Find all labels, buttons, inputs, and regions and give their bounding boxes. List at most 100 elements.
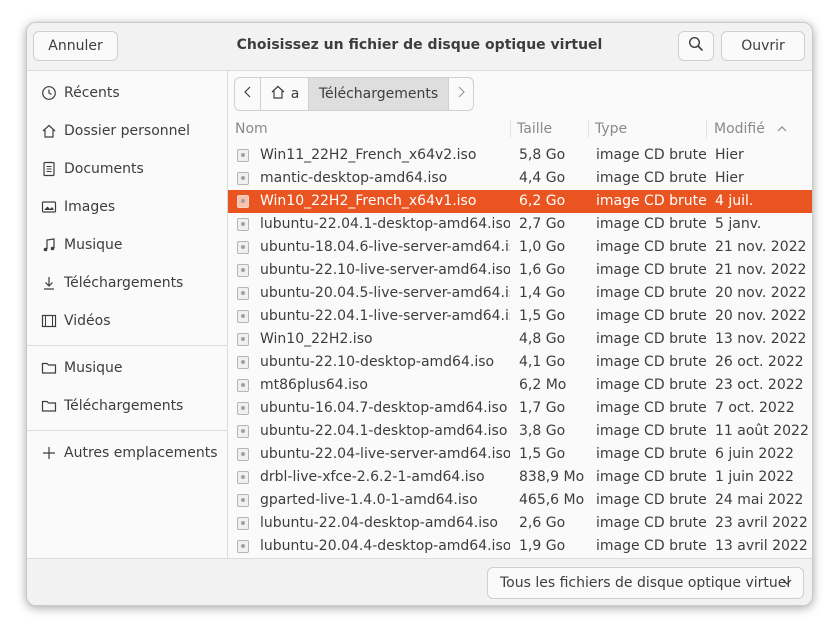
search-button[interactable]: [678, 31, 714, 61]
file-row[interactable]: ubuntu-22.10-live-server-amd64.iso 1,6 Go…: [228, 259, 812, 282]
file-row[interactable]: ubuntu-20.04.5-live-server-amd64.iso 1,4 …: [228, 282, 812, 305]
sidebar-bookmark-music[interactable]: Musique: [27, 350, 227, 386]
column-header-type[interactable]: Type: [595, 118, 627, 140]
disc-image-file-icon: [237, 379, 249, 392]
file-name: ubuntu-22.10-desktop-amd64.iso: [260, 354, 495, 370]
file-modified: 1 juin 2022: [715, 469, 794, 485]
path-back-button[interactable]: [235, 78, 261, 110]
disc-image-file-icon: [237, 356, 249, 369]
file-size: 4,8 Go: [519, 331, 566, 347]
chevron-left-icon: [243, 86, 253, 102]
sidebar-item-label: Téléchargements: [64, 275, 184, 291]
disc-image-file-icon: [237, 172, 249, 185]
file-type: image CD brute: [596, 239, 707, 255]
file-name: Win10_22H2_French_x64v1.iso: [260, 193, 477, 209]
file-row[interactable]: Win11_22H2_French_x64v2.iso 5,8 Go image C…: [228, 144, 812, 167]
file-name: mt86plus64.iso: [260, 377, 368, 393]
column-header-name[interactable]: Nom: [235, 118, 268, 140]
sidebar-item-downloads[interactable]: Téléchargements: [27, 265, 227, 301]
path-forward-button[interactable]: [449, 78, 473, 110]
file-row[interactable]: mt86plus64.iso 6,2 Mo image CD brute 23 oct…: [228, 374, 812, 397]
file-name: lubuntu-22.04.1-desktop-amd64.iso: [260, 216, 510, 232]
disc-image-file-icon: [237, 425, 249, 438]
disc-image-file-icon: [237, 471, 249, 484]
file-modified: 23 oct. 2022: [715, 377, 804, 393]
sidebar-item-documents[interactable]: Documents: [27, 151, 227, 187]
file-list: Nom Taille Type Modifié Win11_22H2_Frenc…: [228, 118, 812, 558]
sidebar-item-home[interactable]: Dossier personnel: [27, 113, 227, 149]
sidebar-item-other-locations[interactable]: Autres emplacements: [27, 435, 227, 471]
file-row[interactable]: mantic-desktop-amd64.iso 4,4 Go image CD b…: [228, 167, 812, 190]
file-type: image CD brute: [596, 331, 707, 347]
path-home-button[interactable]: a: [261, 78, 309, 110]
sidebar-item-videos[interactable]: Vidéos: [27, 303, 227, 339]
file-type: image CD brute: [596, 262, 707, 278]
file-name: lubuntu-20.04.4-desktop-amd64.iso: [260, 538, 510, 554]
open-button[interactable]: Ouvrir: [721, 31, 805, 61]
file-row[interactable]: ubuntu-18.04.6-live-server-amd64.iso 1,0 …: [228, 236, 812, 259]
file-modified: Hier: [715, 147, 744, 163]
file-size: 1,0 Go: [519, 239, 566, 255]
sidebar-item-label: Vidéos: [64, 313, 111, 329]
file-row[interactable]: lubuntu-20.04.4-desktop-amd64.iso 1,9 Go i…: [228, 535, 812, 558]
column-header-modified-label: Modifié: [714, 121, 765, 137]
file-row[interactable]: Win10_22H2.iso 4,8 Go image CD brute 13 nov…: [228, 328, 812, 351]
folder-icon: [40, 359, 58, 377]
sidebar-item-label: Autres emplacements: [64, 445, 218, 461]
file-size: 1,6 Go: [519, 262, 566, 278]
sidebar-item-recent[interactable]: Récents: [27, 75, 227, 111]
file-row[interactable]: drbl-live-xfce-2.6.2-1-amd64.iso 838,9 Mo…: [228, 466, 812, 489]
file-row[interactable]: gparted-live-1.4.0-1-amd64.iso 465,6 Mo im…: [228, 489, 812, 512]
file-size: 4,1 Go: [519, 354, 566, 370]
disc-image-file-icon: [237, 402, 249, 415]
file-name: ubuntu-22.04-live-server-amd64.iso: [260, 446, 510, 462]
sort-ascending-icon: [777, 121, 787, 137]
column-header-modified[interactable]: Modifié: [714, 118, 787, 140]
chevron-down-icon: [781, 576, 793, 592]
disc-image-file-icon: [237, 264, 249, 277]
file-type: image CD brute: [596, 423, 707, 439]
file-modified: 7 oct. 2022: [715, 400, 795, 416]
file-row[interactable]: ubuntu-22.04.1-desktop-amd64.iso 3,8 Go im…: [228, 420, 812, 443]
file-size: 2,6 Go: [519, 515, 566, 531]
file-row[interactable]: lubuntu-22.04.1-desktop-amd64.iso 2,7 Go i…: [228, 213, 812, 236]
disc-image-file-icon: [237, 218, 249, 231]
file-size: 1,5 Go: [519, 308, 566, 324]
column-header-size[interactable]: Taille: [517, 118, 552, 140]
file-row[interactable]: ubuntu-16.04.7-desktop-amd64.iso 1,7 Go im…: [228, 397, 812, 420]
file-size: 3,8 Go: [519, 423, 566, 439]
path-bar: a Téléchargements: [234, 77, 474, 111]
file-modified: 23 avril 2022: [715, 515, 808, 531]
file-modified: 21 nov. 2022: [715, 239, 807, 255]
file-row[interactable]: Win10_22H2_French_x64v1.iso 6,2 Go image C…: [228, 190, 812, 213]
file-row[interactable]: ubuntu-22.04-live-server-amd64.iso 1,5 Go…: [228, 443, 812, 466]
file-modified: 21 nov. 2022: [715, 262, 807, 278]
file-name: Win10_22H2.iso: [260, 331, 373, 347]
file-chooser-dialog: Annuler Choisissez un fichier de disque …: [26, 22, 813, 606]
file-row[interactable]: ubuntu-22.04.1-live-server-amd64.iso 1,5 …: [228, 305, 812, 328]
path-current-folder[interactable]: Téléchargements: [309, 78, 449, 110]
sidebar-item-images[interactable]: Images: [27, 189, 227, 225]
file-row[interactable]: lubuntu-22.04-desktop-amd64.iso 2,6 Go ima…: [228, 512, 812, 535]
disc-image-file-icon: [237, 333, 249, 346]
file-type-filter-label: Tous les fichiers de disque optique virt…: [500, 575, 791, 591]
sidebar-item-label: Musique: [64, 360, 123, 376]
file-modified: 11 août 2022: [715, 423, 809, 439]
file-size: 4,4 Go: [519, 170, 566, 186]
file-type-filter[interactable]: Tous les fichiers de disque optique virt…: [487, 567, 804, 599]
disc-image-file-icon: [237, 517, 249, 530]
footer-bar: Tous les fichiers de disque optique virt…: [27, 558, 812, 605]
sidebar-item-label: Images: [64, 199, 116, 215]
sidebar-item-music[interactable]: Musique: [27, 227, 227, 263]
file-size: 1,7 Go: [519, 400, 566, 416]
file-modified: 4 juil.: [715, 193, 754, 209]
file-name: ubuntu-16.04.7-desktop-amd64.iso: [260, 400, 508, 416]
sidebar-item-label: Musique: [64, 237, 123, 253]
sidebar-bookmark-downloads[interactable]: Téléchargements: [27, 388, 227, 424]
document-icon: [40, 160, 58, 178]
file-row[interactable]: ubuntu-22.10-desktop-amd64.iso 4,1 Go imag…: [228, 351, 812, 374]
header-bar: Annuler Choisissez un fichier de disque …: [27, 23, 812, 71]
file-name: drbl-live-xfce-2.6.2-1-amd64.iso: [260, 469, 485, 485]
download-icon: [40, 274, 58, 292]
file-size: 838,9 Mo: [519, 469, 585, 485]
